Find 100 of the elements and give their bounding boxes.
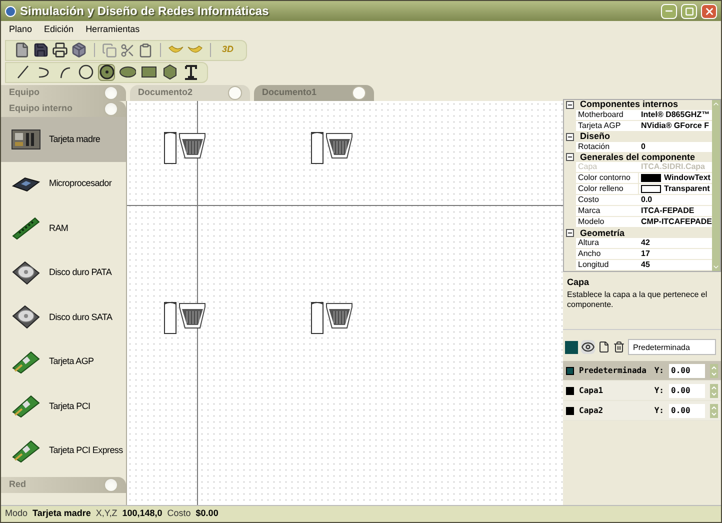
section-title: Red — [9, 478, 26, 492]
property-name: Marca — [576, 206, 638, 216]
monitor-drawing — [326, 303, 353, 330]
layer-row[interactable]: Capa1 Y: 0.00 — [563, 381, 721, 401]
equipment-item[interactable]: Tarjeta PCI — [1, 384, 126, 428]
property-value[interactable]: 42 — [638, 238, 712, 248]
equipment-item[interactable]: Disco duro SATA — [1, 295, 126, 340]
cut-icon[interactable] — [120, 42, 135, 58]
property-value[interactable]: NVidia® GForce F — [638, 120, 712, 131]
motherboard-icon — [11, 127, 41, 152]
menu-item[interactable]: Edición — [44, 23, 74, 37]
equipment-label: RAM — [49, 222, 68, 234]
drawing-tool-button[interactable] — [77, 64, 94, 80]
y-value-field[interactable]: 0.00 — [669, 384, 705, 398]
property-value[interactable]: ITCA-FEPADE — [638, 206, 712, 216]
drawing-tool-button[interactable] — [140, 64, 157, 80]
property-value[interactable]: Transparent — [661, 184, 712, 194]
delete-icon[interactable] — [613, 341, 625, 353]
property-value[interactable]: 0.0 — [638, 195, 712, 206]
drawing-tool-button[interactable] — [161, 64, 178, 80]
equipment-item[interactable]: Microprocesador — [1, 162, 126, 206]
save-icon[interactable] — [33, 42, 49, 58]
box-icon[interactable] — [71, 42, 87, 58]
memory-module-icon — [11, 216, 41, 240]
y-value-field[interactable]: 0.00 — [669, 404, 705, 418]
category-title: Geometría — [580, 228, 625, 238]
rectangle-tool-icon — [140, 66, 156, 78]
property-name: Tarjeta AGP — [576, 120, 638, 131]
y-value-field[interactable]: 0.00 — [669, 364, 705, 378]
collapse-icon[interactable] — [566, 229, 574, 238]
monitor-drawing — [179, 303, 206, 330]
description-title: Capa — [567, 276, 590, 289]
redo-icon[interactable] — [187, 45, 203, 55]
status-value: $0.00 — [196, 507, 218, 520]
paste-icon[interactable] — [138, 42, 153, 58]
status-label: Costo — [167, 507, 191, 520]
property-name: Modelo — [576, 217, 638, 228]
close-button[interactable] — [701, 4, 717, 18]
expansion-card-icon — [11, 438, 41, 463]
ellipse-tool-icon — [119, 66, 136, 78]
section-title: Equipo interno — [9, 102, 72, 116]
hard-drive-icon — [11, 304, 41, 330]
arc-tool-icon — [36, 65, 50, 79]
property-value[interactable]: 0 — [638, 142, 712, 152]
expansion-card-icon — [11, 350, 41, 374]
property-name: Motherboard — [576, 110, 638, 120]
monitor-drawing — [179, 133, 206, 160]
text-tool-icon — [184, 64, 198, 80]
new-file-icon[interactable] — [14, 42, 30, 58]
collapse-icon[interactable] — [566, 153, 574, 162]
drawing-tool-button[interactable] — [98, 64, 115, 80]
category-title: Generales del componente — [580, 152, 696, 162]
description-text: Establece la capa a la que pertenece el componente. — [567, 290, 708, 310]
collapse-icon[interactable] — [566, 132, 574, 141]
expansion-card-icon — [11, 394, 41, 418]
equipment-item[interactable]: Tarjeta AGP — [1, 340, 126, 384]
equipment-item[interactable]: Tarjeta PCI Express — [1, 428, 126, 473]
layer-name: Capa1 — [579, 384, 604, 396]
menu-item[interactable]: Plano — [9, 23, 32, 37]
property-name: Costo — [576, 195, 638, 206]
collapse-icon[interactable] — [566, 100, 574, 109]
property-value[interactable]: WindowText — [661, 173, 712, 184]
property-name: Color contorno — [576, 173, 638, 184]
property-name: Longitud — [576, 260, 638, 270]
hard-drive-icon — [11, 260, 41, 286]
new-layer-icon[interactable] — [598, 341, 610, 353]
layer-name-field[interactable]: Predeterminada — [628, 339, 716, 355]
menu-item[interactable]: Herramientas — [86, 23, 140, 37]
equipment-label: Tarjeta AGP — [49, 355, 94, 368]
equipment-item[interactable]: RAM — [1, 206, 126, 250]
equipment-item[interactable]: Tarjeta madre — [1, 117, 126, 162]
drawing-tool-button[interactable] — [182, 64, 199, 80]
printer-icon[interactable] — [52, 42, 68, 58]
drawing-tool-button[interactable] — [119, 64, 136, 80]
property-value[interactable]: Intel® D865GHZ™ — [638, 110, 712, 120]
layer-color-swatch[interactable] — [565, 340, 578, 354]
layer-row[interactable]: Capa2 Y: 0.00 — [563, 401, 721, 421]
undo-icon[interactable] — [168, 45, 184, 55]
property-value[interactable]: 17 — [638, 249, 712, 259]
monitor-drawing — [326, 133, 353, 160]
y-label: Y: — [654, 404, 664, 416]
equipment-label: Tarjeta PCI Express — [49, 444, 123, 457]
status-value: 100,148,0 — [122, 507, 162, 520]
property-value[interactable]: CMP-ITCAFEPADE — [638, 217, 712, 228]
layer-row[interactable]: Predeterminada Y: 0.00 — [563, 361, 721, 381]
layer-name: Capa2 — [579, 404, 604, 416]
app-icon — [5, 6, 16, 16]
visibility-icon[interactable] — [581, 340, 595, 354]
window-title: Simulación y Diseño de Redes Informáticas — [20, 3, 270, 20]
y-label: Y: — [654, 364, 664, 376]
category-title: Diseño — [580, 132, 610, 142]
tower-drawing — [164, 301, 177, 334]
tower-drawing — [164, 131, 177, 164]
equipment-label: Microprocesador — [49, 177, 112, 190]
layer-name: Predeterminada — [579, 364, 648, 376]
equipment-label: Disco duro PATA — [49, 266, 112, 279]
property-value[interactable]: 45 — [638, 260, 712, 270]
status-label: Modo — [5, 507, 28, 520]
arc-tool-icon — [58, 65, 72, 79]
equipment-item[interactable]: Disco duro PATA — [1, 250, 126, 295]
